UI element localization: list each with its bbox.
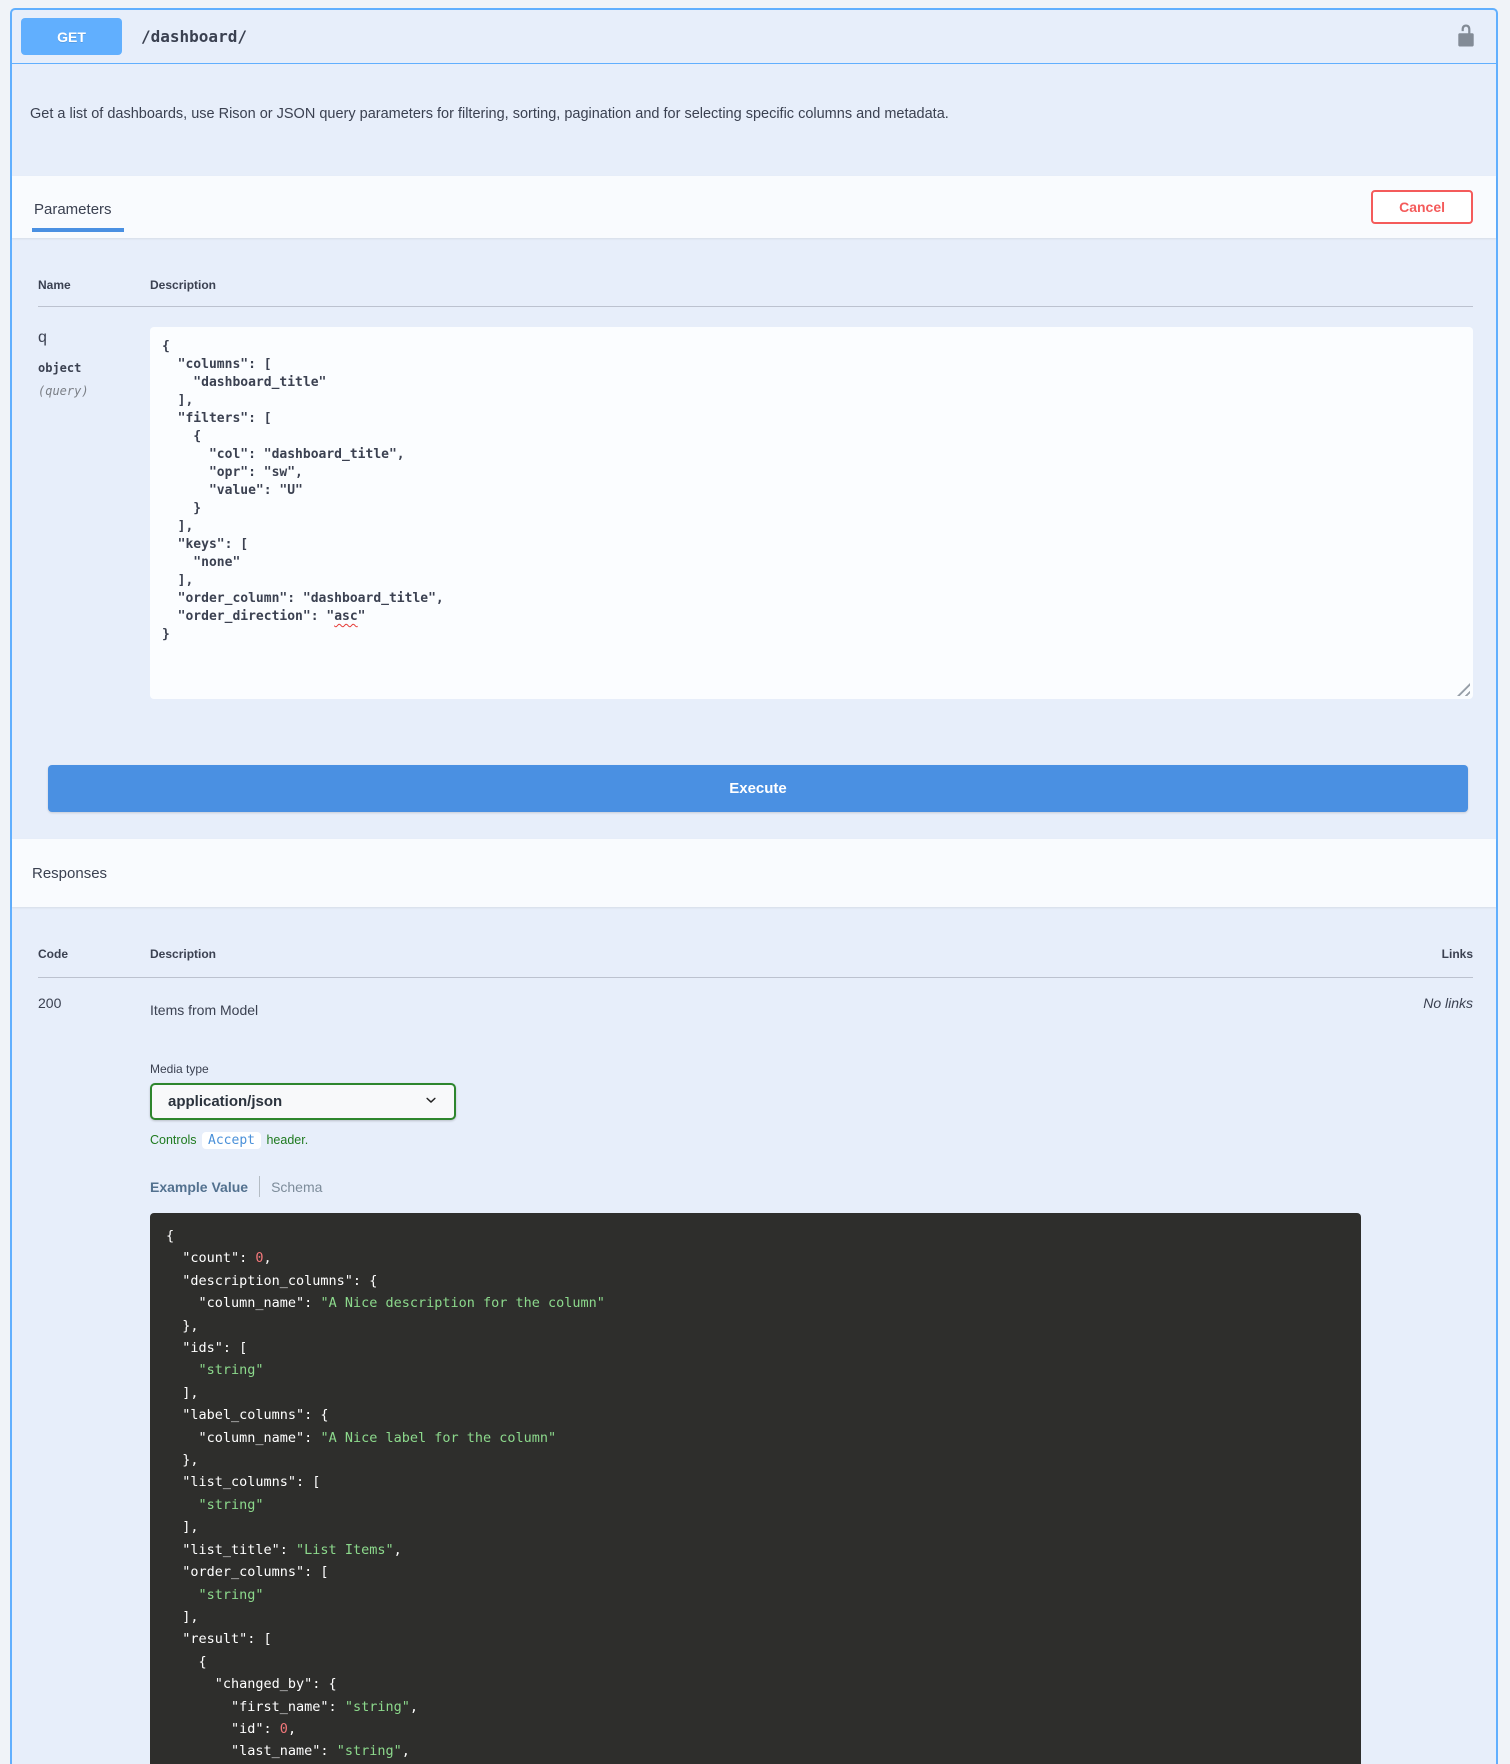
code-line: "list_columns": [ [166, 1474, 321, 1491]
media-type-select[interactable]: application/json [150, 1083, 456, 1120]
code-line: { [166, 1228, 175, 1244]
unlocked-padlock-icon [1455, 24, 1477, 51]
code-line: ], [166, 1608, 199, 1625]
code-line: "column_name": "A Nice description for t… [166, 1295, 605, 1312]
media-type-label: Media type [150, 1062, 209, 1076]
code-line: "column_name": "A Nice label for the col… [166, 1429, 557, 1446]
parameter-location: (query) [38, 384, 89, 398]
code-line: "string" [198, 1586, 264, 1603]
misspelled-word: asc [334, 609, 358, 624]
response-row-200: 200 Items from Model Media type applicat… [38, 978, 1473, 1764]
example-value-code-block[interactable]: { "count": 0, "description_columns": { "… [150, 1213, 1361, 1764]
tab-example-value[interactable]: Example Value [150, 1179, 248, 1195]
tab-parameters[interactable]: Parameters [32, 201, 124, 232]
authorize-button[interactable] [1455, 23, 1477, 51]
code-line: "ids": [ [166, 1340, 248, 1357]
code-line: "label_columns": { [166, 1407, 329, 1424]
code-line: ], [166, 1384, 199, 1401]
cancel-button[interactable]: Cancel [1371, 190, 1473, 224]
code-line: "count": 0, [166, 1250, 272, 1267]
code-line: }, [166, 1452, 199, 1469]
column-header-name: Name [38, 278, 71, 292]
parameter-type: object [38, 361, 82, 375]
execute-button[interactable]: Execute [48, 765, 1468, 812]
query-json-textarea[interactable]: { "columns": [ "dashboard_title" ], "fil… [150, 327, 1473, 699]
code-line: "first_name": "string", [166, 1698, 418, 1715]
code-line: }, [166, 1317, 199, 1334]
accept-header-note: Controls Accept header. [150, 1132, 1361, 1149]
column-header-code: Code [38, 947, 68, 961]
operation-summary[interactable]: GET /dashboard/ [12, 10, 1496, 64]
responses-section-header: Responses [12, 839, 1496, 907]
endpoint-path: /dashboard/ [141, 27, 247, 46]
parameter-row: q object (query) { "columns": [ "dashboa… [38, 307, 1473, 699]
code-line: "string" [198, 1362, 264, 1379]
operation-block-get-dashboard: GET /dashboard/ Get a list of dashboards… [10, 8, 1498, 1764]
column-header-links: Links [1441, 947, 1473, 961]
tab-divider [259, 1176, 261, 1197]
code-line: "changed_by": { [166, 1676, 337, 1693]
code-line: "last_name": "string", [166, 1743, 410, 1760]
parameters-table: Name Description q object (query) { "col… [12, 238, 1496, 812]
code-line: "result": [ [166, 1631, 272, 1648]
accept-header-code: Accept [202, 1132, 261, 1149]
response-code: 200 [38, 995, 62, 1011]
responses-table: Code Description Links 200 Items from Mo… [12, 907, 1496, 1764]
parameter-name: q [38, 329, 47, 346]
example-tabs: Example Value Schema [150, 1176, 1361, 1197]
tab-schema[interactable]: Schema [271, 1179, 322, 1195]
code-line: { [166, 1653, 207, 1670]
parameters-section-header: Parameters Cancel [12, 176, 1496, 238]
code-line: "string" [198, 1496, 264, 1513]
code-line: "order_columns": [ [166, 1564, 329, 1581]
responses-title: Responses [32, 864, 108, 882]
http-method-badge: GET [21, 18, 122, 55]
column-header-description: Description [150, 278, 217, 292]
code-line: "description_columns": { [166, 1272, 378, 1289]
column-header-description: Description [150, 947, 217, 961]
media-type-selected-value: application/json [168, 1093, 283, 1110]
code-line: ], [166, 1519, 199, 1536]
accept-note-prefix: Controls [150, 1133, 197, 1147]
accept-note-suffix: header. [266, 1133, 309, 1147]
code-line: "list_title": "List Items", [166, 1541, 402, 1558]
response-links: No links [1423, 995, 1473, 1011]
operation-description: Get a list of dashboards, use Rison or J… [30, 106, 949, 122]
response-description: Items from Model [150, 1002, 259, 1018]
chevron-down-icon [421, 1090, 441, 1114]
code-line: "id": 0, [166, 1720, 297, 1737]
